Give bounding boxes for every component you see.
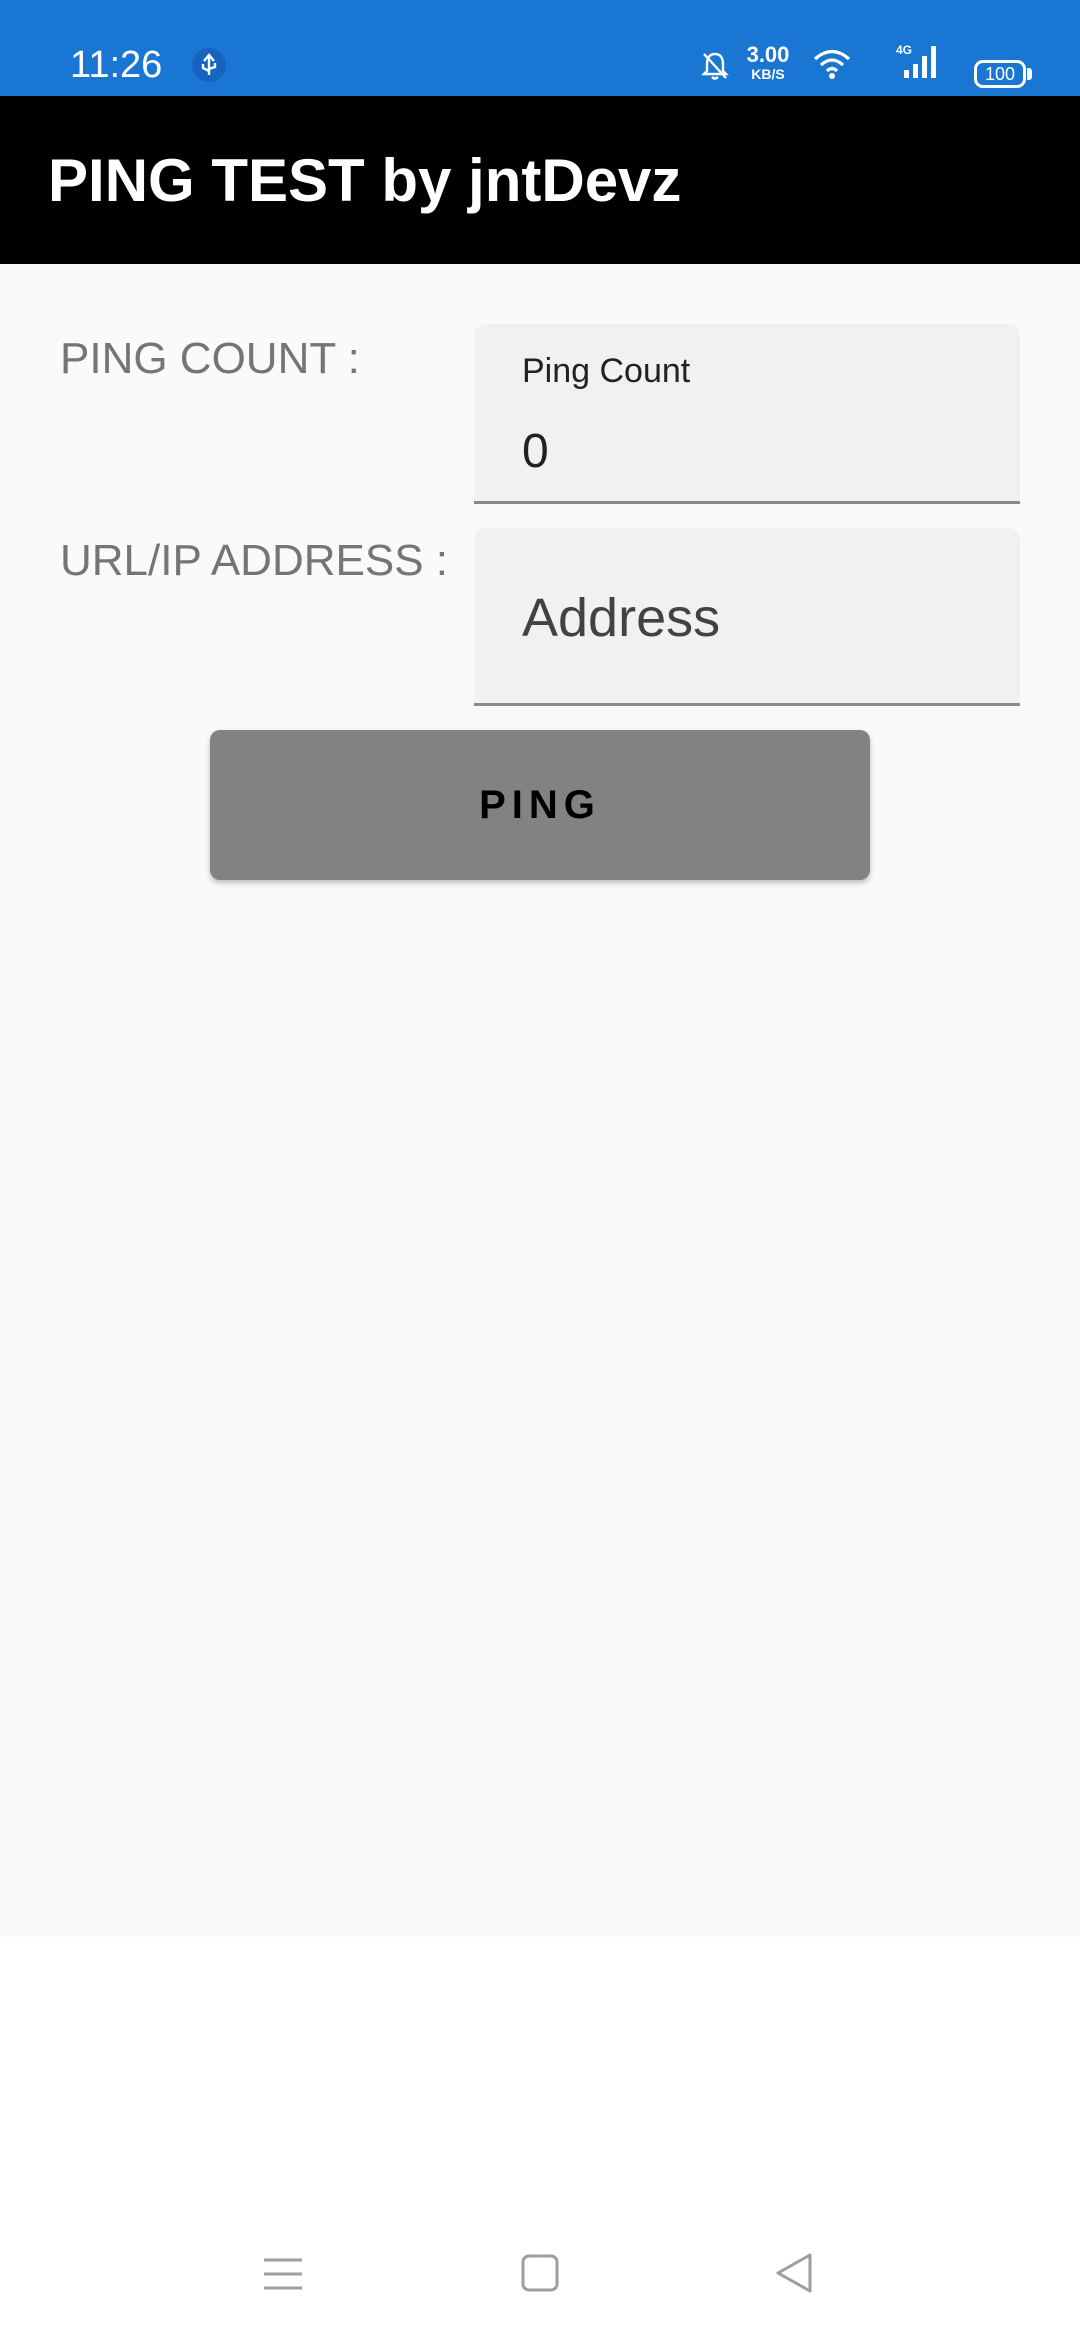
ping-count-field[interactable]: Ping Count 0 (474, 324, 1020, 504)
battery-level: 100 (974, 60, 1026, 88)
app-title: PING TEST by jntDevz (48, 147, 682, 214)
battery-icon: 100 (966, 50, 1032, 94)
address-field[interactable]: Address (474, 528, 1020, 706)
status-bar: 11:26 3.00 KB/S 4G 100 (0, 0, 1080, 96)
app-bar: PING TEST by jntDevz (0, 96, 1080, 264)
bell-off-icon (700, 50, 730, 87)
network-speed: 3.00 KB/S (738, 42, 798, 83)
status-time: 11:26 (70, 44, 163, 86)
wifi-icon (812, 48, 852, 85)
home-icon[interactable] (520, 2253, 560, 2298)
main-content: PING COUNT : Ping Count 0 URL/IP ADDRESS… (0, 264, 1080, 1937)
menu-icon[interactable] (264, 2257, 302, 2296)
ping-count-input[interactable]: 0 (522, 424, 549, 480)
address-input[interactable]: Address (522, 586, 720, 650)
ping-count-label: PING COUNT : (60, 334, 360, 383)
ping-button[interactable]: PING (210, 730, 870, 880)
address-label: URL/IP ADDRESS : (60, 536, 448, 585)
signal-icon: 4G (896, 42, 942, 87)
network-speed-unit: KB/S (751, 66, 785, 82)
back-icon[interactable] (774, 2251, 814, 2300)
ping-count-field-label: Ping Count (522, 352, 691, 390)
network-speed-value: 3.00 (746, 42, 790, 67)
navigation-bar (0, 1937, 1080, 2340)
status-icons: 3.00 KB/S 4G 100 (701, 40, 1032, 90)
usb-icon (192, 48, 226, 82)
network-type: 4G (896, 43, 912, 57)
